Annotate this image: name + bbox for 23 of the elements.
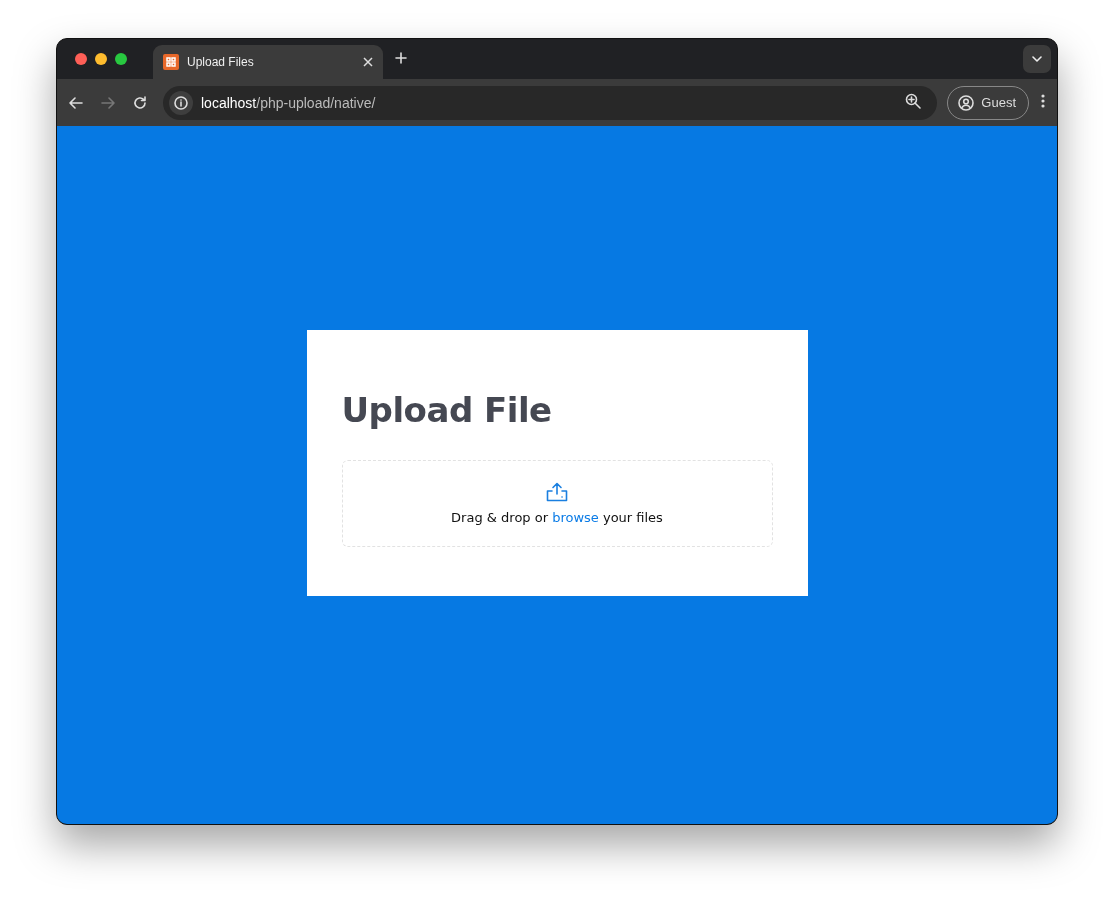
drop-zone[interactable]: Drag & drop or browse your files bbox=[341, 460, 773, 547]
address-bar[interactable]: localhost/php-upload/native/ bbox=[163, 85, 938, 120]
drop-instructions: Drag & drop or browse your files bbox=[451, 510, 663, 525]
info-icon bbox=[174, 95, 188, 110]
url-text: localhost/php-upload/native/ bbox=[201, 94, 377, 111]
minimize-window-button[interactable] bbox=[95, 53, 107, 65]
close-window-button[interactable] bbox=[75, 53, 87, 65]
plus-icon[interactable] bbox=[395, 52, 407, 64]
browse-link[interactable]: browse bbox=[552, 510, 599, 525]
tab-title: Upload Files bbox=[187, 55, 255, 69]
favicon-icon bbox=[163, 54, 179, 70]
reload-icon[interactable] bbox=[133, 95, 147, 110]
zoom-window-button[interactable] bbox=[115, 53, 127, 65]
zoom-in-icon[interactable] bbox=[905, 92, 922, 109]
chevron-down-icon bbox=[1032, 56, 1042, 62]
tab-list-button[interactable] bbox=[1023, 45, 1051, 73]
browser-tab[interactable]: Upload Files bbox=[153, 45, 383, 79]
close-icon[interactable] bbox=[363, 57, 373, 67]
page-title: Upload File bbox=[341, 390, 553, 430]
upload-icon bbox=[545, 482, 569, 502]
more-icon[interactable] bbox=[1041, 93, 1045, 108]
person-icon bbox=[958, 94, 975, 111]
back-arrow-icon[interactable] bbox=[69, 96, 83, 109]
